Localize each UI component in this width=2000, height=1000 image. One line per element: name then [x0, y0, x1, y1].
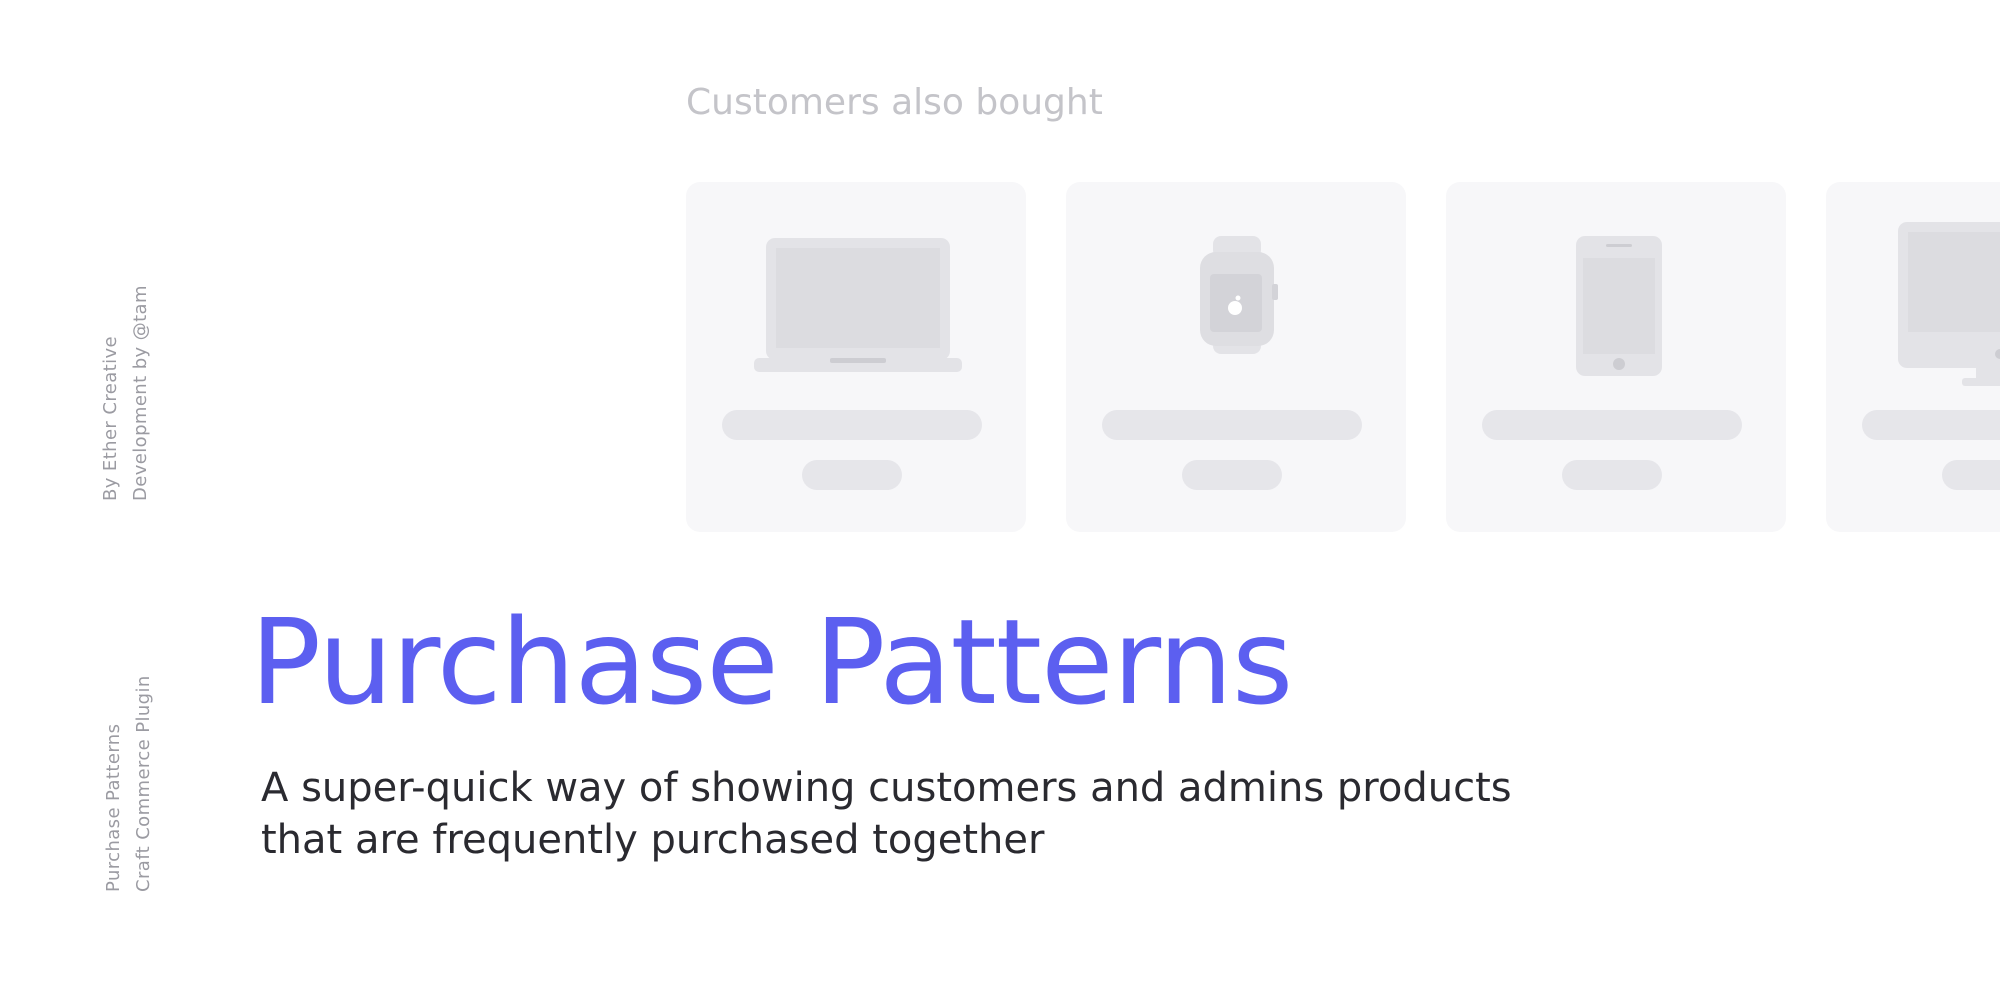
- credit-developer: Development by @tam: [130, 285, 151, 501]
- product-price-placeholder: [1182, 460, 1282, 490]
- tablet-icon: [1576, 236, 1662, 376]
- credit-author: By Ether Creative: [100, 335, 121, 501]
- plugin-type: Craft Commerce Plugin: [133, 675, 154, 892]
- product-price-placeholder: [1942, 460, 2000, 490]
- credits-block: By Ether Creative Development by @tam: [96, 285, 156, 501]
- product-card[interactable]: [1446, 182, 1786, 532]
- desktop-icon: [1898, 222, 2000, 386]
- plugin-name: Purchase Patterns: [103, 723, 124, 892]
- product-price-placeholder: [1562, 460, 1662, 490]
- subtitle-line-1: A super-quick way of showing customers a…: [261, 765, 1512, 811]
- product-title-placeholder: [1862, 410, 2000, 440]
- subtitle-line-2: that are frequently purchased together: [261, 817, 1045, 863]
- product-title-placeholder: [1482, 410, 1742, 440]
- product-price-placeholder: [802, 460, 902, 490]
- product-carousel: [686, 182, 2000, 532]
- product-title-placeholder: [1102, 410, 1362, 440]
- plugin-info-block: Purchase Patterns Craft Commerce Plugin: [99, 675, 159, 892]
- product-card[interactable]: [1826, 182, 2000, 532]
- page-title: Purchase Patterns: [250, 593, 1293, 731]
- laptop-icon: [754, 238, 962, 372]
- section-heading: Customers also bought: [686, 82, 1103, 123]
- product-title-placeholder: [722, 410, 982, 440]
- product-card[interactable]: [686, 182, 1026, 532]
- product-card[interactable]: [1066, 182, 1406, 532]
- smartwatch-icon: [1200, 236, 1278, 354]
- page-subtitle: A super-quick way of showing customers a…: [261, 762, 1512, 866]
